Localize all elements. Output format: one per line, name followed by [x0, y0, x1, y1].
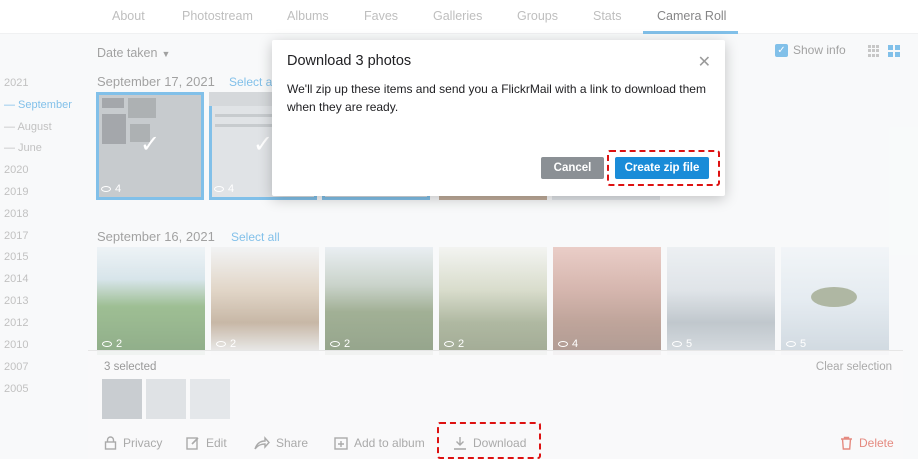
add-to-album-button[interactable]: Add to album [334, 436, 425, 450]
selected-thumb [102, 379, 142, 419]
delete-button[interactable]: Delete [840, 436, 894, 450]
album-add-icon [334, 437, 348, 450]
close-icon[interactable]: ✕ [698, 52, 711, 72]
lock-icon [104, 436, 117, 450]
selected-thumb [190, 379, 230, 419]
selected-thumb [146, 379, 186, 419]
edit-icon [186, 437, 199, 450]
cancel-button[interactable]: Cancel [541, 157, 604, 179]
share-button[interactable]: Share [254, 436, 308, 450]
selected-thumbnails [102, 379, 232, 419]
clear-selection-link[interactable]: Clear selection [816, 361, 892, 373]
trash-icon [841, 436, 852, 450]
create-zip-highlight [607, 150, 720, 186]
share-icon [254, 436, 270, 450]
dialog-title: Download 3 photos [287, 53, 412, 69]
edit-button[interactable]: Edit [186, 436, 227, 450]
dialog-message: We'll zip up these items and send you a … [287, 82, 706, 114]
privacy-button[interactable]: Privacy [104, 436, 162, 450]
download-highlight [437, 422, 541, 459]
selected-count: 3 selected [104, 361, 157, 373]
